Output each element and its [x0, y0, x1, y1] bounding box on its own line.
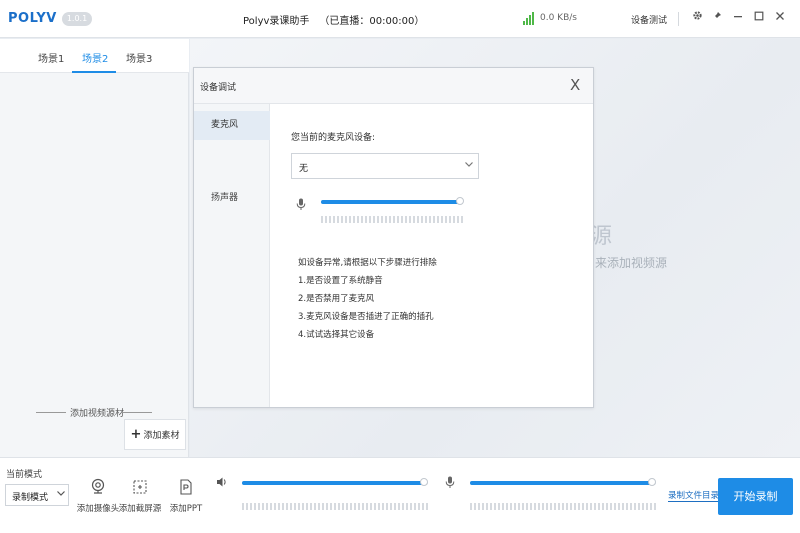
tab-scene-2[interactable]: 场景2: [82, 50, 108, 65]
dialog-title: 设备调试: [200, 83, 237, 93]
microphone-level-meter: [321, 216, 463, 223]
microphone-icon: [296, 198, 306, 214]
microphone-volume-knob-bottom[interactable]: [648, 478, 657, 486]
app-logo: POLYV: [8, 11, 57, 26]
help-line-4: 4.试试选择其它设备: [298, 330, 375, 340]
sidebar-item-speaker[interactable]: 扬声器: [194, 184, 270, 213]
speaker-icon: [216, 476, 228, 491]
device-test-dialog: 设备调试 X 麦克风 扬声器 您当前的麦克风设备: 无 如设备异常,请根据以下步…: [193, 67, 594, 408]
screenshot-icon: [131, 478, 149, 496]
recording-folder-link[interactable]: 录制文件目录: [668, 489, 720, 502]
pin-icon[interactable]: [708, 9, 726, 27]
settings-gear-icon[interactable]: [688, 9, 706, 27]
scene-tabs: 场景1 场景2 场景3: [0, 39, 189, 73]
tab-scene-1[interactable]: 场景1: [38, 50, 64, 65]
dialog-sidebar: 麦克风 扬声器: [194, 104, 270, 407]
add-screenshot-button[interactable]: 添加截屏源: [116, 478, 164, 518]
tab-scene-3[interactable]: 场景3: [126, 50, 152, 65]
speaker-level-meter: [242, 503, 428, 510]
title-bar: POLYV 1.0.1 Polyv录课助手 （已直播：00:00:00） 0.0 …: [0, 0, 800, 38]
add-material-button[interactable]: + 添加素材: [124, 419, 186, 450]
close-icon[interactable]: [771, 9, 789, 27]
mode-select-value: 录制模式: [12, 493, 49, 503]
title-separator: [678, 12, 679, 26]
microphone-volume-knob[interactable]: [456, 197, 465, 205]
microphone-select-value: 无: [299, 164, 309, 174]
help-line-0: 如设备异常,请根据以下步骤进行排除: [298, 258, 437, 268]
add-ppt-button[interactable]: 添加PPT: [162, 478, 210, 518]
app-title-text: Polyv录课助手: [243, 16, 310, 27]
help-line-1: 1.是否设置了系统静音: [298, 276, 383, 286]
help-line-2: 2.是否禁用了麦克风: [298, 294, 375, 304]
active-tab-indicator: [72, 71, 116, 73]
add-video-source-divider: 添加视频源材: [36, 406, 152, 419]
speaker-volume-fill: [242, 481, 425, 485]
microphone-volume-fill: [321, 200, 461, 204]
start-recording-button[interactable]: 开始录制: [718, 478, 793, 515]
microphone-icon: [445, 476, 455, 492]
bottom-toolbar: 当前模式 录制模式 添加摄像头 添加截屏源 添加PPT 录制文件目录 开始录制: [0, 457, 800, 533]
dialog-header: 设备调试 X: [194, 68, 593, 104]
add-material-label: 添加素材: [143, 431, 180, 441]
plus-icon: +: [130, 427, 142, 442]
add-video-source-label: 添加视频源材: [70, 409, 125, 419]
ppt-icon: [177, 478, 195, 496]
preview-hint: 来添加视频源: [595, 256, 668, 270]
speaker-volume-knob[interactable]: [420, 478, 429, 486]
live-status: （已直播：00:00:00）: [319, 16, 425, 27]
chevron-down-icon: [56, 488, 66, 501]
app-title: Polyv录课助手 （已直播：00:00:00）: [243, 12, 424, 27]
speaker-volume-slider[interactable]: [242, 478, 429, 486]
mode-label: 当前模式: [6, 470, 43, 480]
left-panel: 场景1 场景2 场景3 添加视频源材 + 添加素材: [0, 39, 189, 457]
microphone-level-meter-bottom: [470, 503, 656, 510]
device-test-button[interactable]: 设备测试: [631, 13, 667, 26]
help-line-3: 3.麦克风设备是否插进了正确的插孔: [298, 312, 434, 322]
microphone-volume-slider[interactable]: [321, 197, 465, 205]
net-speed: 0.0 KB/s: [540, 13, 577, 23]
dialog-close-icon[interactable]: X: [570, 76, 580, 94]
version-badge: 1.0.1: [62, 12, 92, 26]
minimize-icon[interactable]: [729, 9, 747, 27]
microphone-volume-fill-bottom: [470, 481, 653, 485]
microphone-select[interactable]: 无: [291, 153, 479, 179]
microphone-volume-slider-bottom[interactable]: [470, 478, 657, 486]
maximize-icon[interactable]: [750, 9, 768, 27]
signal-icon: [523, 12, 537, 25]
sidebar-item-microphone[interactable]: 麦克风: [194, 111, 270, 140]
camera-icon: [89, 478, 107, 496]
add-ppt-label: 添加PPT: [169, 504, 203, 514]
chevron-down-icon: [464, 158, 474, 172]
mode-select[interactable]: 录制模式: [5, 484, 69, 506]
current-device-label: 您当前的麦克风设备:: [291, 133, 376, 143]
